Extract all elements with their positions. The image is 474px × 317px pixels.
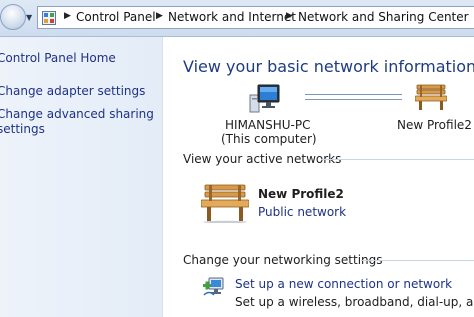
left-navigation-pane: Control Panel Home Change adapter settin… [0, 37, 163, 317]
active-networks-divider [321, 159, 474, 160]
breadcrumb[interactable]: ▶ Control Panel ▶ Network and Internet ▶… [37, 6, 474, 29]
history-dropdown-icon[interactable]: ▼ [26, 13, 32, 22]
main-content: View your basic network information and … [163, 37, 474, 317]
network-map-name-label: New Profile2 [397, 118, 472, 132]
setup-connection-description: Set up a wireless, broadband, dial-up, a… [235, 295, 474, 309]
setup-connection-link[interactable]: Set up a new connection or network [235, 277, 452, 291]
breadcrumb-arrow-icon[interactable]: ▶ [286, 11, 293, 21]
control-panel-home-link[interactable]: Control Panel Home [0, 51, 116, 66]
breadcrumb-arrow-icon[interactable]: ▶ [156, 11, 163, 21]
change-advanced-sharing-link-line2[interactable]: settings [0, 122, 45, 137]
breadcrumb-control-panel[interactable]: Control Panel [76, 10, 156, 24]
address-bar: ▼ ▶ Control Panel ▶ Network and Internet… [0, 0, 474, 37]
networking-settings-divider [361, 260, 474, 261]
bench-icon[interactable] [415, 83, 447, 111]
networking-settings-heading: Change your networking settings [183, 253, 383, 267]
bench-icon [201, 184, 249, 223]
breadcrumb-network-and-internet[interactable]: Network and Internet [168, 10, 296, 24]
change-adapter-settings-link[interactable]: Change adapter settings [0, 84, 145, 99]
breadcrumb-network-sharing-center[interactable]: Network and Sharing Center [298, 10, 469, 24]
back-button[interactable] [0, 4, 26, 30]
page-title: View your basic network information and … [183, 57, 474, 76]
network-connection-line [305, 94, 402, 100]
breadcrumb-arrow-icon[interactable]: ▶ [64, 11, 71, 21]
active-networks-heading: View your active networks [183, 152, 342, 166]
active-network-name: New Profile2 [258, 187, 344, 201]
change-advanced-sharing-link[interactable]: Change advanced sharing [0, 107, 154, 122]
computer-name-label: HIMANSHU-PC [225, 118, 311, 132]
network-type-link[interactable]: Public network [258, 205, 346, 219]
network-sharing-center-window: ▼ ▶ Control Panel ▶ Network and Internet… [0, 0, 474, 317]
computer-sub-label: (This computer) [221, 132, 317, 146]
control-panel-icon [42, 11, 56, 25]
network-setup-icon[interactable] [203, 276, 225, 298]
computer-icon[interactable] [247, 83, 281, 113]
